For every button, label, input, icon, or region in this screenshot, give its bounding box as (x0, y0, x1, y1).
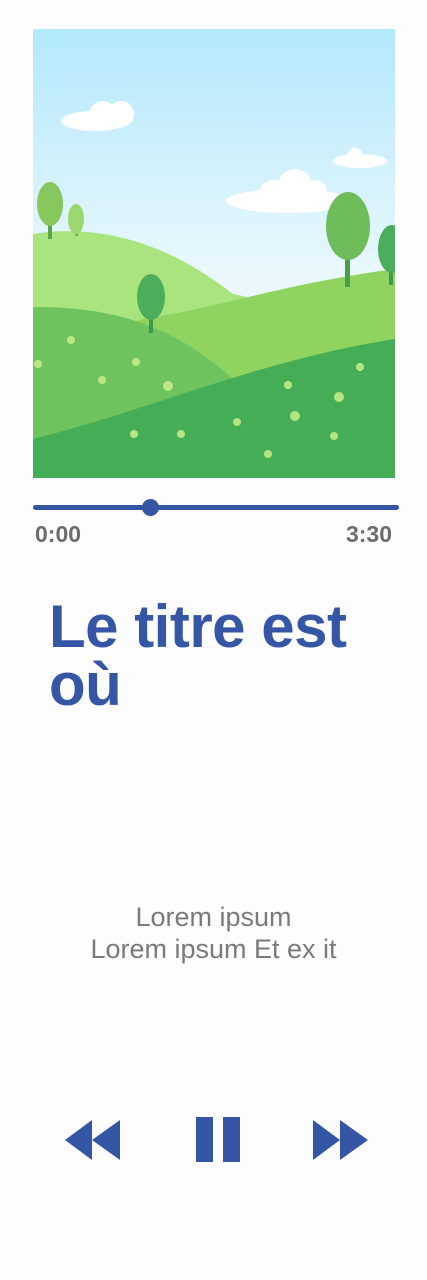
lyrics-line: Lorem ipsum (135, 902, 292, 932)
progress-bar[interactable] (33, 497, 399, 519)
lyrics: Lorem ipsum Lorem ipsum Et ex it (0, 901, 427, 965)
progress-track[interactable] (33, 505, 399, 510)
rewind-icon (65, 1120, 120, 1160)
rewind-button[interactable] (65, 1117, 121, 1163)
fast-forward-icon (313, 1120, 368, 1160)
total-duration: 3:30 (345, 521, 392, 547)
landscape-illustration (33, 29, 395, 478)
progress-handle[interactable] (142, 499, 160, 516)
pause-button[interactable] (196, 1117, 241, 1163)
lyrics-line: Lorem ipsum Et ex it (90, 934, 337, 964)
track-title: Le titre est où (49, 593, 347, 718)
pause-icon (196, 1117, 240, 1162)
elapsed-time: 0:00 (35, 521, 82, 547)
album-cover (33, 29, 395, 478)
fast-forward-button[interactable] (313, 1117, 369, 1163)
